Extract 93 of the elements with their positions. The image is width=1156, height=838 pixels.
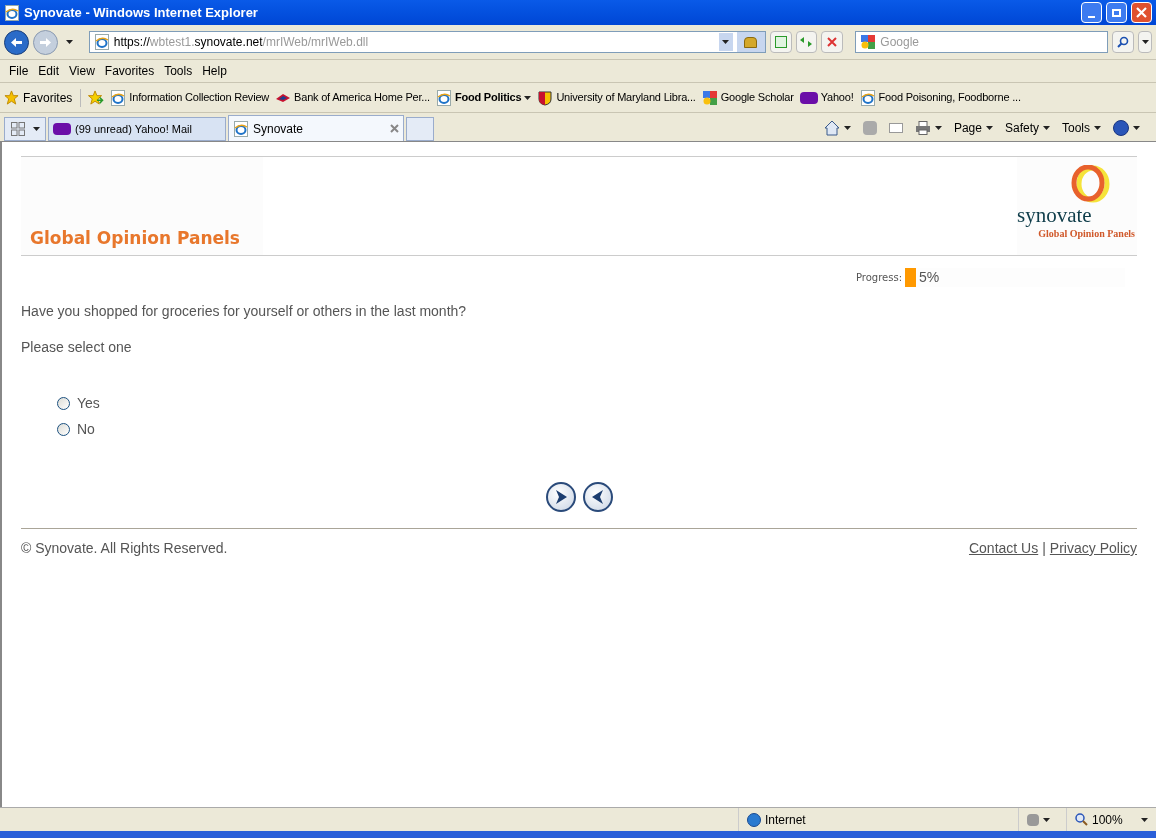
command-menu[interactable]: Tools — [1062, 119, 1101, 137]
security-lock-icon[interactable] — [736, 32, 765, 52]
google-icon — [860, 34, 877, 50]
browser-icon — [4, 4, 20, 21]
search-field[interactable]: Google — [855, 31, 1109, 53]
menu-item[interactable]: Favorites — [99, 62, 160, 80]
caret-icon — [524, 95, 532, 100]
caret-icon — [843, 126, 851, 130]
privacy-link[interactable]: Privacy Policy — [1049, 538, 1137, 559]
right-arrow-icon — [553, 489, 568, 505]
security-zone: Internet — [765, 811, 806, 829]
magnifier-icon — [1075, 813, 1088, 826]
link-separator: | — [1042, 539, 1046, 558]
logo-wordmark: synovate — [1017, 205, 1092, 226]
page-icon — [859, 89, 876, 106]
search-options-button[interactable] — [1138, 31, 1152, 53]
url-text: https://wbtest1.synovate.net/mrIWeb/mrIWeb.dll — [113, 34, 370, 51]
left-arrow-icon — [9, 36, 23, 48]
compatibility-button[interactable] — [769, 31, 792, 53]
favorite-link[interactable]: Information Collection Review — [110, 89, 270, 106]
page-icon — [93, 34, 110, 50]
caret-icon — [1141, 40, 1149, 44]
back-button[interactable] — [582, 482, 613, 512]
favorite-link[interactable]: Google Scholar — [701, 89, 794, 106]
restore-button[interactable] — [1106, 2, 1127, 23]
search-icon — [1117, 36, 1130, 48]
caret-icon — [1133, 126, 1140, 130]
flag-icon — [275, 91, 292, 104]
caret-icon — [985, 126, 993, 130]
close-icon[interactable] — [390, 124, 399, 133]
option-label: No — [77, 420, 95, 439]
favorite-link[interactable]: Food Politics — [435, 89, 532, 106]
favorites-button[interactable]: Favorites — [4, 88, 82, 107]
home-icon[interactable] — [823, 120, 840, 136]
quick-tabs-button[interactable] — [4, 117, 46, 141]
caret-icon — [1043, 817, 1050, 822]
menu-item[interactable]: Tools — [159, 62, 198, 80]
command-menu[interactable]: Safety — [1004, 119, 1050, 137]
favorite-link[interactable]: Food Poisoning, Foodborne ... — [859, 89, 1021, 106]
close-icon — [827, 37, 838, 47]
progress-label: Progress: — [856, 271, 903, 285]
close-button[interactable] — [1131, 2, 1152, 23]
caret-icon — [722, 40, 730, 44]
menu-item[interactable]: View — [64, 62, 100, 80]
search-button[interactable] — [1112, 31, 1135, 53]
caret-icon — [934, 126, 942, 130]
refresh-icon — [799, 36, 814, 48]
printer-icon[interactable] — [914, 121, 931, 135]
command-menu[interactable]: Page — [953, 119, 993, 137]
minimize-button[interactable] — [1081, 2, 1102, 23]
rings-icon — [1069, 165, 1111, 205]
star-icon — [4, 90, 19, 105]
logo-tagline: Global Opinion Panels — [1038, 227, 1135, 241]
add-favorite-icon[interactable] — [87, 90, 105, 105]
caret-icon — [32, 127, 40, 131]
page-icon — [435, 89, 452, 106]
favorite-link[interactable]: University of Maryland Libra... — [537, 89, 696, 106]
refresh-button[interactable] — [795, 31, 818, 53]
copyright-text: © Synovate. All Rights Reserved. — [21, 539, 228, 558]
window-title: Synovate - Windows Internet Explorer — [24, 3, 259, 22]
address-field[interactable]: https://wbtest1.synovate.net/mrIWeb/mrIWeb.dll — [88, 31, 766, 53]
caret-icon — [1094, 126, 1101, 130]
instruction-text: Please select one — [21, 338, 133, 357]
next-button[interactable] — [545, 482, 576, 512]
right-arrow-icon — [38, 36, 52, 48]
site-title: Global Opinion Panels — [30, 226, 240, 250]
menu-item[interactable]: Help — [197, 62, 232, 80]
page-icon — [233, 120, 249, 137]
question-text: Have you shopped for groceries for yourself or others in the last month? — [21, 302, 468, 321]
option-label: Yes — [77, 394, 100, 413]
radio-button[interactable] — [57, 397, 70, 410]
radio-button[interactable] — [57, 423, 70, 436]
browser-tab[interactable]: Synovate — [228, 115, 404, 141]
crest-icon — [537, 89, 554, 106]
menu-item[interactable]: Edit — [33, 62, 65, 80]
back-button[interactable] — [4, 29, 29, 55]
favorite-link[interactable]: Yahoo! — [799, 89, 854, 106]
favorite-link[interactable]: Bank of America Home Per... — [275, 89, 430, 106]
stop-button[interactable] — [821, 31, 844, 53]
page-icon — [110, 89, 127, 106]
grid-icon — [10, 122, 25, 136]
menu-item[interactable]: File — [4, 62, 34, 80]
close-icon — [1136, 7, 1147, 18]
left-arrow-icon — [590, 489, 605, 505]
caret-icon — [1141, 817, 1148, 822]
caret-icon — [1043, 126, 1050, 130]
contact-link[interactable]: Contact Us — [968, 538, 1039, 559]
progress-reading: 5% — [919, 268, 940, 287]
browser-tab[interactable]: (99 unread) Yahoo! Mail — [48, 117, 226, 141]
google-icon — [701, 89, 718, 106]
search-input[interactable]: Google — [880, 33, 1108, 51]
address-dropdown[interactable] — [718, 33, 733, 51]
caret-icon — [65, 40, 73, 44]
